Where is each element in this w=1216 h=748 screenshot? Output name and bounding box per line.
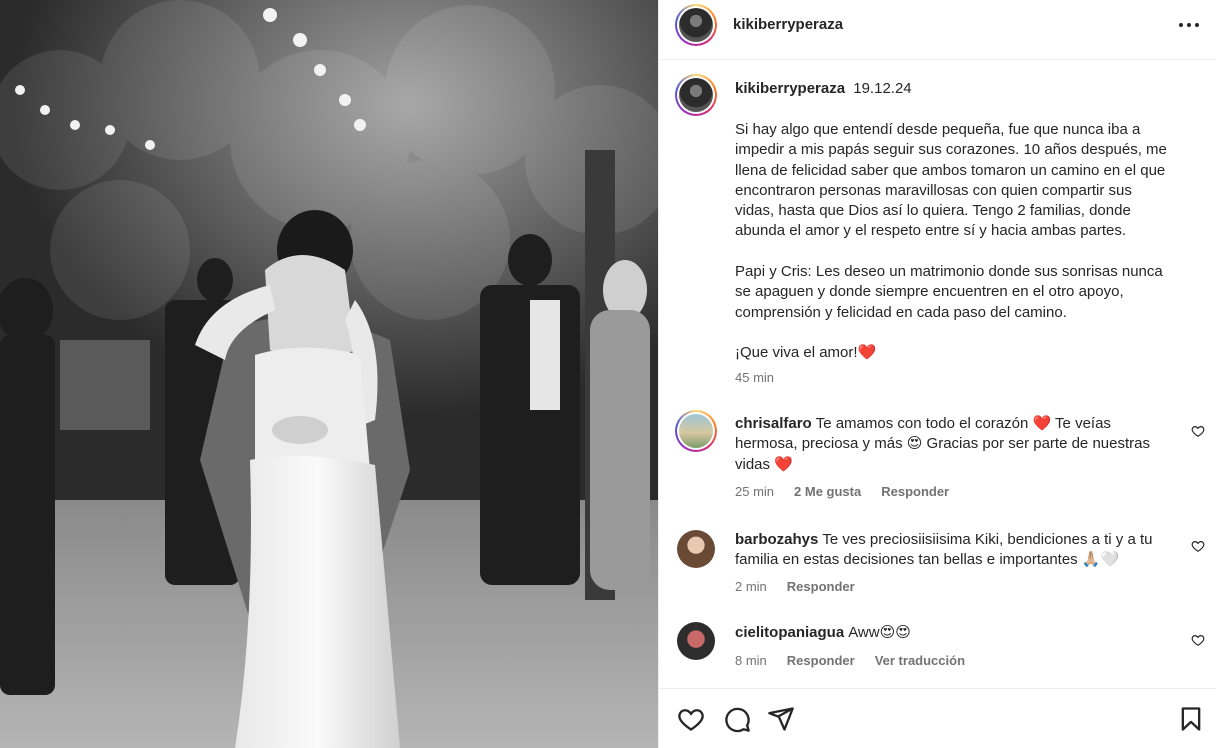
reply-button[interactable]: Responder [881, 484, 949, 499]
translate-button[interactable]: Ver traducción [875, 653, 965, 668]
bookmark-icon[interactable] [1177, 705, 1205, 733]
comment-avatar[interactable] [675, 410, 717, 452]
caption-date: 19.12.24 [853, 80, 912, 97]
post-details-panel: kikiberryperaza kikiberryperaza 19.12.24… [658, 0, 1216, 748]
caption-avatar[interactable] [675, 74, 717, 116]
profile-avatar[interactable] [675, 4, 717, 46]
comment-username[interactable]: cielitopaniagua [735, 624, 844, 641]
comment-avatar[interactable] [677, 622, 715, 660]
comment-username[interactable]: chrisalfaro [735, 415, 812, 432]
comment-meta: 2 min Responder [735, 579, 855, 594]
comment-username[interactable]: barbozahys [735, 531, 818, 548]
reply-button[interactable]: Responder [787, 579, 855, 594]
header-username[interactable]: kikiberryperaza [733, 16, 843, 33]
caption-text: Si hay algo que entendí desde pequeña, f… [735, 121, 1167, 362]
like-comment-heart-icon[interactable] [1191, 633, 1205, 647]
comment-meta: 8 min Responder Ver traducción [735, 653, 965, 668]
like-comment-heart-icon[interactable] [1191, 424, 1205, 438]
post-actions [659, 688, 1216, 748]
send-icon[interactable] [767, 705, 795, 733]
more-horizontal-icon[interactable] [1179, 22, 1199, 28]
comment-time: 25 min [735, 484, 775, 499]
caption-username[interactable]: kikiberryperaza [735, 80, 845, 97]
comment-meta: 25 min 2 Me gusta Responder [735, 484, 949, 499]
comment-avatar[interactable] [677, 530, 715, 568]
like-comment-heart-icon[interactable] [1191, 539, 1205, 553]
heart-icon[interactable] [677, 705, 705, 733]
comment-icon[interactable] [723, 705, 751, 733]
wedding-dance-photo [0, 0, 658, 748]
reply-button[interactable]: Responder [787, 653, 855, 668]
comment-text: Aww😍😍 [848, 624, 911, 641]
comment-likes[interactable]: 2 Me gusta [794, 484, 861, 499]
post-header: kikiberryperaza [659, 0, 1216, 60]
comment-time: 2 min [735, 579, 767, 594]
comment-time: 8 min [735, 653, 767, 668]
caption-timestamp: 45 min [735, 370, 775, 385]
post-photo[interactable] [0, 0, 658, 748]
